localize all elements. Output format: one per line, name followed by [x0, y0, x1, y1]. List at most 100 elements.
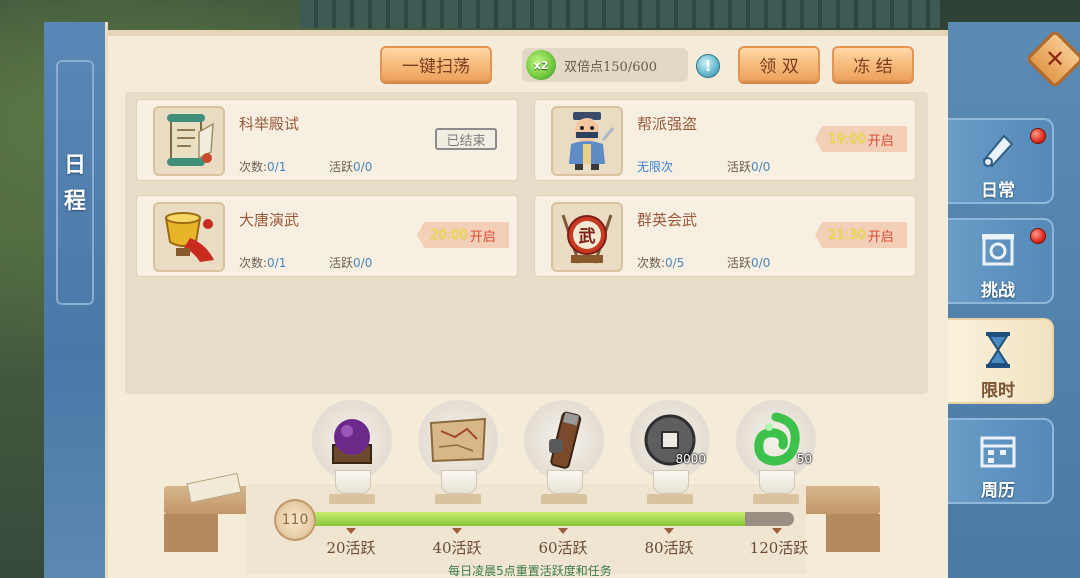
milestone-tick — [772, 528, 782, 534]
milestone-label: 20活跃 — [326, 539, 376, 557]
activity-progress-bar — [300, 512, 794, 526]
roof-tiles — [300, 0, 940, 28]
event-activity: 活跃0/0 — [329, 158, 372, 175]
notification-dot — [1030, 228, 1046, 244]
tab-weekly[interactable]: 周历 — [948, 418, 1054, 504]
double-points-box: x2 双倍点150/600 — [522, 48, 688, 82]
reward-pedestal — [753, 470, 799, 506]
double-gem-icon: x2 — [526, 50, 556, 80]
open-time-badge: 19:00 开启 — [815, 126, 907, 152]
golden-cup-icon — [153, 202, 225, 272]
activity-label: 活跃 — [329, 256, 354, 270]
bench-leg — [826, 514, 880, 552]
tab-label: 限时 — [981, 381, 1015, 401]
tab-label: 挑战 — [981, 281, 1015, 301]
schedule-title: 日 程 — [56, 60, 94, 305]
count-value: 无限次 — [637, 160, 674, 174]
sweep-button[interactable]: 一键扫荡 — [380, 46, 492, 82]
event-count: 无限次 — [637, 158, 673, 175]
milestone-tick — [664, 528, 674, 534]
milestone-tick — [558, 528, 568, 534]
activity-value: 0/0 — [751, 160, 771, 174]
hourglass-icon — [976, 328, 1020, 372]
arena-icon — [976, 228, 1020, 272]
bench-leg — [164, 514, 218, 552]
open-time: 19:00 — [828, 131, 866, 147]
left-title-strip: 日 程 — [44, 22, 108, 578]
event-activity: 活跃0/0 — [727, 254, 770, 271]
reward-pedestal — [329, 470, 375, 506]
info-icon[interactable]: ! — [696, 54, 720, 78]
activity-value: 0/0 — [353, 256, 373, 270]
event-count: 次数:0/1 — [239, 254, 286, 271]
milestone-tick — [452, 528, 462, 534]
event-card-qunying[interactable]: 武 群英会武 次数:0/5 活跃0/0 21:30 开启 — [534, 195, 916, 277]
event-count: 次数:0/5 — [637, 254, 684, 271]
freeze-button[interactable]: 冻 结 — [832, 46, 914, 82]
current-activity-badge: 110 — [274, 499, 316, 541]
event-count: 次数:0/1 — [239, 158, 286, 175]
milestone-label: 40活跃 — [432, 539, 482, 557]
reset-note: 每日凌晨5点重置活跃度和任务 — [448, 564, 612, 578]
event-activity: 活跃0/0 — [727, 158, 770, 175]
reward-amount: 8000 — [675, 452, 706, 466]
count-value: 0/5 — [665, 256, 685, 270]
ended-stamp: 已结束 — [435, 128, 497, 150]
martial-emblem-char: 武 — [579, 226, 596, 247]
reward-pedestal — [647, 470, 693, 506]
milestone-label: 60活跃 — [538, 539, 588, 557]
open-time-badge: 20:00 开启 — [417, 222, 509, 248]
calendar-icon — [976, 428, 1020, 472]
activity-label: 活跃 — [727, 160, 752, 174]
claim-double-button[interactable]: 领 双 — [738, 46, 820, 82]
count-value: 0/1 — [267, 160, 287, 174]
schedule-title-char-2: 程 — [63, 187, 86, 214]
open-time: 20:00 — [430, 227, 468, 243]
count-label: 次数: — [637, 256, 666, 270]
map-scroll-icon — [429, 417, 487, 463]
activity-label: 活跃 — [727, 256, 752, 270]
activity-label: 活跃 — [329, 160, 354, 174]
open-suffix: 开启 — [867, 229, 894, 245]
open-time-badge: 21:30 开启 — [815, 222, 907, 248]
reward-slot-1[interactable] — [312, 400, 392, 480]
count-label: 次数: — [239, 160, 268, 174]
reward-slot-2[interactable] — [418, 400, 498, 480]
event-card-datang[interactable]: 大唐演武 次数:0/1 活跃0/0 20:00 开启 — [136, 195, 518, 277]
tab-daily[interactable]: 日常 — [948, 118, 1054, 204]
count-label: 次数: — [239, 256, 268, 270]
reward-slot-5[interactable]: 50 — [736, 400, 816, 480]
double-points-label: 双倍点150/600 — [564, 59, 658, 75]
reward-slot-3[interactable] — [524, 400, 604, 480]
open-suffix: 开启 — [867, 133, 894, 149]
event-name: 帮派强盗 — [637, 115, 698, 133]
event-card-keju[interactable]: 科举殿试 次数:0/1 活跃0/0 已结束 — [136, 99, 518, 181]
milestone-tick — [346, 528, 356, 534]
activity-value: 0/0 — [353, 160, 373, 174]
milestone-label: 120活跃 — [749, 539, 809, 557]
milestone-label: 80活跃 — [644, 539, 694, 557]
event-activity: 活跃0/0 — [329, 254, 372, 271]
exam-scroll-icon — [153, 106, 225, 176]
tab-limited[interactable]: 限时 — [948, 318, 1054, 404]
bandit-avatar-icon — [551, 106, 623, 176]
reward-pedestal — [435, 470, 481, 506]
reward-slot-4[interactable]: 8000 — [630, 400, 710, 480]
tab-label: 日常 — [981, 181, 1015, 201]
quiver-icon — [549, 411, 582, 469]
top-toolbar: 一键扫荡 x2 双倍点150/600 ! 领 双 冻 结 — [108, 44, 948, 84]
notification-dot — [1030, 128, 1046, 144]
scroll-icon — [976, 128, 1020, 172]
activity-value: 0/0 — [751, 256, 771, 270]
open-suffix: 开启 — [469, 229, 496, 245]
martial-emblem-icon: 武 — [551, 202, 623, 272]
open-time: 21:30 — [828, 227, 866, 243]
event-list: 科举殿试 次数:0/1 活跃0/0 已结束 帮派强盗 无限次 活跃0/0 19:… — [125, 92, 928, 394]
count-value: 0/1 — [267, 256, 287, 270]
tab-challenge[interactable]: 挑战 — [948, 218, 1054, 304]
reward-amount: 50 — [796, 452, 812, 466]
event-card-bandit[interactable]: 帮派强盗 无限次 活跃0/0 19:00 开启 — [534, 99, 916, 181]
activity-progress-fill — [300, 512, 745, 526]
event-name: 群英会武 — [637, 211, 698, 229]
schedule-title-char-1: 日 — [63, 151, 86, 178]
